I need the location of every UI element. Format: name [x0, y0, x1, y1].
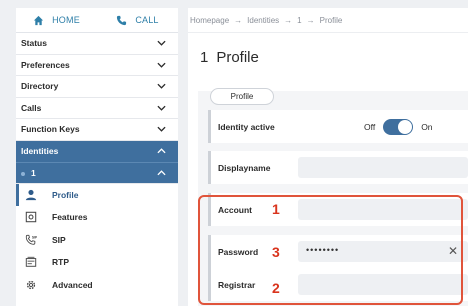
marker-account: 1: [272, 201, 280, 217]
page-number: 1: [200, 49, 209, 66]
registrar-row: Registrar: [208, 268, 468, 301]
sidebar-item-label: Profile: [52, 189, 79, 200]
breadcrumb: Homepage → Identities → 1 → Profile: [188, 8, 468, 33]
sidebar-item-label: Features: [52, 212, 88, 223]
chevron-down-icon: [157, 83, 166, 90]
row-indicator: [208, 235, 211, 268]
breadcrumb-profile: Profile: [319, 15, 343, 25]
bullet-icon: [21, 171, 25, 176]
rtp-icon: [24, 255, 38, 269]
home-button[interactable]: HOME: [16, 8, 97, 32]
sidebar-item-profile[interactable]: Profile: [16, 183, 178, 206]
page-title: 1 Profile: [200, 49, 259, 66]
person-icon: [24, 188, 38, 202]
sidebar-item-label: Preferences: [21, 59, 70, 70]
close-icon[interactable]: ✕: [448, 244, 458, 258]
toggle-off-label: Off: [364, 121, 376, 132]
identity-active-toggle[interactable]: [383, 118, 414, 135]
sidebar-item-advanced[interactable]: Advanced: [16, 274, 178, 297]
row-indicator: [208, 268, 211, 301]
sidebar-item-identity-1[interactable]: 1: [16, 162, 178, 184]
identity-active-row: Identity active Off On: [208, 110, 468, 143]
sidebar-item-label: RTP: [52, 257, 69, 268]
chevron-up-icon: [157, 147, 166, 154]
password-row: Password •••••••• ✕: [208, 235, 468, 268]
displayname-input[interactable]: [298, 157, 468, 178]
sidebar-item-sip[interactable]: SIP SIP: [16, 229, 178, 252]
chevron-down-icon: [157, 126, 166, 133]
row-indicator: [208, 110, 211, 143]
features-icon: [24, 210, 38, 224]
sidebar-item-label: Advanced: [52, 279, 93, 290]
sidebar-item-label: Identities: [21, 145, 59, 156]
sidebar-item-label: Status: [21, 38, 47, 49]
sidebar-item-label: 1: [31, 167, 36, 178]
chevron-down-icon: [157, 40, 166, 47]
sidebar-item-label: Calls: [21, 102, 42, 113]
row-indicator: [208, 151, 211, 184]
sidebar: HOME CALL Status Preferences Directory C…: [16, 8, 178, 306]
sidebar-item-label: Function Keys: [21, 124, 80, 135]
home-label: HOME: [52, 15, 80, 25]
app-root: HOME CALL Status Preferences Directory C…: [0, 0, 468, 306]
page-title-text: Profile: [216, 49, 259, 66]
sidebar-item-identities[interactable]: Identities: [16, 140, 178, 162]
breadcrumb-home[interactable]: Homepage: [190, 16, 229, 25]
row-indicator: [208, 193, 211, 226]
breadcrumb-separator: →: [284, 15, 293, 25]
call-button[interactable]: CALL: [97, 8, 178, 32]
sidebar-item-label: SIP: [52, 234, 66, 245]
sidebar-item-function-keys[interactable]: Function Keys: [16, 119, 178, 141]
sidebar-item-rtp[interactable]: RTP: [16, 251, 178, 274]
chevron-down-icon: [157, 105, 166, 111]
chevron-up-icon: [157, 169, 166, 176]
breadcrumb-separator: →: [306, 15, 315, 25]
identity-active-switch: Off On: [364, 118, 433, 135]
sidebar-item-calls[interactable]: Calls: [16, 98, 178, 119]
home-icon: [34, 15, 44, 25]
sidebar-item-directory[interactable]: Directory: [16, 76, 178, 98]
svg-text:SIP: SIP: [32, 235, 37, 239]
breadcrumb-separator: →: [234, 15, 243, 25]
breadcrumb-id[interactable]: 1: [297, 16, 301, 25]
main-content: Homepage → Identities → 1 → Profile 1 Pro…: [188, 8, 468, 306]
password-input[interactable]: •••••••• ✕: [298, 241, 468, 262]
tab-profile[interactable]: Profile: [210, 88, 274, 105]
account-input[interactable]: [298, 199, 468, 220]
displayname-row: Displayname: [208, 151, 468, 184]
sip-phone-icon: SIP: [24, 233, 38, 247]
gear-icon: [24, 278, 38, 292]
displayname-label: Displayname: [218, 162, 271, 173]
top-buttons: HOME CALL: [16, 8, 178, 33]
phone-icon: [117, 15, 127, 25]
registrar-input[interactable]: [298, 274, 468, 295]
breadcrumb-identities[interactable]: Identities: [247, 16, 279, 25]
sidebar-item-status[interactable]: Status: [16, 33, 178, 55]
marker-password: 3: [272, 244, 280, 260]
toggle-on-label: On: [421, 121, 433, 132]
sidebar-item-preferences[interactable]: Preferences: [16, 55, 178, 76]
chevron-down-icon: [157, 62, 166, 68]
call-label: CALL: [135, 15, 159, 25]
sidebar-item-label: Directory: [21, 81, 59, 92]
identity-active-label: Identity active: [218, 121, 275, 132]
sidebar-item-features[interactable]: Features: [16, 206, 178, 229]
password-value: ••••••••: [306, 245, 340, 255]
account-row: Account: [208, 193, 468, 226]
marker-registrar: 2: [272, 280, 280, 296]
